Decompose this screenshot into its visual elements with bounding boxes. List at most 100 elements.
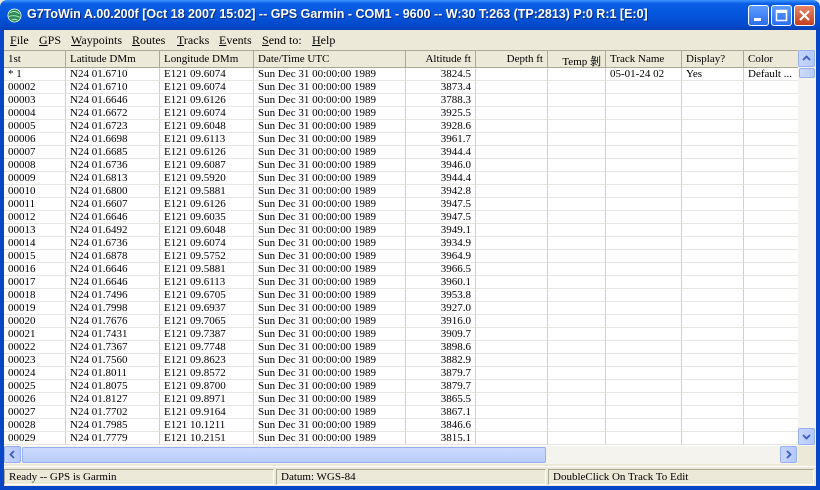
table-row[interactable]: 00012 N24 01.6646 E121 09.6035 Sun Dec 31 0… xyxy=(4,211,798,224)
cell-longitude: E121 09.6126 xyxy=(160,146,254,159)
scroll-down-button[interactable] xyxy=(798,428,815,445)
menu-send-to[interactable]: Send to: xyxy=(262,33,302,48)
table-row[interactable]: 00006 N24 01.6698 E121 09.6113 Sun Dec 31 0… xyxy=(4,133,798,146)
menu-help[interactable]: Help xyxy=(312,33,335,48)
menu-file[interactable]: File xyxy=(10,33,29,48)
cell-color xyxy=(744,146,798,159)
cell-datetime: Sun Dec 31 00:00:00 1989 xyxy=(254,211,406,224)
cell-track-name xyxy=(606,250,682,263)
cell-first: 00015 xyxy=(4,250,66,263)
cell-datetime: Sun Dec 31 00:00:00 1989 xyxy=(254,432,406,445)
table-row[interactable]: 00004 N24 01.6672 E121 09.6074 Sun Dec 31 0… xyxy=(4,107,798,120)
cell-latitude: N24 01.7676 xyxy=(66,315,160,328)
cell-display xyxy=(682,120,744,133)
table-row[interactable]: 00021 N24 01.7431 E121 09.7387 Sun Dec 31 0… xyxy=(4,328,798,341)
cell-temp xyxy=(548,146,606,159)
cell-datetime: Sun Dec 31 00:00:00 1989 xyxy=(254,354,406,367)
table-row[interactable]: 00022 N24 01.7367 E121 09.7748 Sun Dec 31 0… xyxy=(4,341,798,354)
table-row[interactable]: 00026 N24 01.8127 E121 09.8971 Sun Dec 31 0… xyxy=(4,393,798,406)
table-row[interactable]: 00011 N24 01.6607 E121 09.6126 Sun Dec 31 0… xyxy=(4,198,798,211)
menu-events[interactable]: Events xyxy=(219,33,252,48)
table-row[interactable]: 00016 N24 01.6646 E121 09.5881 Sun Dec 31 0… xyxy=(4,263,798,276)
table-row[interactable]: 00014 N24 01.6736 E121 09.6074 Sun Dec 31 0… xyxy=(4,237,798,250)
cell-color xyxy=(744,432,798,445)
cell-color xyxy=(744,354,798,367)
table-row[interactable]: 00023 N24 01.7560 E121 09.8623 Sun Dec 31 0… xyxy=(4,354,798,367)
header-col-depth[interactable]: Depth ft xyxy=(476,51,548,68)
cell-longitude: E121 09.6074 xyxy=(160,68,254,81)
header-col-track-name[interactable]: Track Name xyxy=(606,51,682,68)
cell-track-name xyxy=(606,328,682,341)
horizontal-scrollbar[interactable] xyxy=(4,446,798,464)
menu-tracks[interactable]: Tracks xyxy=(177,33,209,48)
cell-latitude: N24 01.8011 xyxy=(66,367,160,380)
window-frame-bottom xyxy=(0,486,820,490)
cell-altitude: 3909.7 xyxy=(406,328,476,341)
header-col-altitude[interactable]: Altitude ft xyxy=(406,51,476,68)
cell-first: 00025 xyxy=(4,380,66,393)
table-row[interactable]: 00009 N24 01.6813 E121 09.5920 Sun Dec 31 0… xyxy=(4,172,798,185)
cell-longitude: E121 09.7065 xyxy=(160,315,254,328)
cell-temp xyxy=(548,198,606,211)
table-row[interactable]: 00007 N24 01.6685 E121 09.6126 Sun Dec 31 0… xyxy=(4,146,798,159)
table-row[interactable]: 00002 N24 01.6710 E121 09.6074 Sun Dec 31 0… xyxy=(4,81,798,94)
table-row[interactable]: 00008 N24 01.6736 E121 09.6087 Sun Dec 31 0… xyxy=(4,159,798,172)
table-row[interactable]: * 1 N24 01.6710 E121 09.6074 Sun Dec 31 00:… xyxy=(4,68,798,81)
minimize-button[interactable] xyxy=(748,5,769,26)
table-row[interactable]: 00019 N24 01.7998 E121 09.6937 Sun Dec 31 0… xyxy=(4,302,798,315)
table-row[interactable]: 00003 N24 01.6646 E121 09.6126 Sun Dec 31 0… xyxy=(4,94,798,107)
table-row[interactable]: 00013 N24 01.6492 E121 09.6048 Sun Dec 31 0… xyxy=(4,224,798,237)
scroll-left-button[interactable] xyxy=(4,446,21,463)
table-row[interactable]: 00027 N24 01.7702 E121 09.9164 Sun Dec 31 0… xyxy=(4,406,798,419)
cell-datetime: Sun Dec 31 00:00:00 1989 xyxy=(254,250,406,263)
table-row[interactable]: 00028 N24 01.7985 E121 10.1211 Sun Dec 31 0… xyxy=(4,419,798,432)
table-row[interactable]: 00010 N24 01.6800 E121 09.5881 Sun Dec 31 0… xyxy=(4,185,798,198)
maximize-button[interactable] xyxy=(771,5,792,26)
cell-temp xyxy=(548,107,606,120)
header-col-display[interactable]: Display? xyxy=(682,51,744,68)
table-row[interactable]: 00015 N24 01.6878 E121 09.5752 Sun Dec 31 0… xyxy=(4,250,798,263)
cell-latitude: N24 01.7560 xyxy=(66,354,160,367)
cell-depth xyxy=(476,172,548,185)
menu-routes[interactable]: Routes xyxy=(132,33,165,48)
close-button[interactable] xyxy=(794,5,815,26)
header-col-latitude[interactable]: Latitude DMm xyxy=(66,51,160,68)
cell-first: 00027 xyxy=(4,406,66,419)
cell-latitude: N24 01.6813 xyxy=(66,172,160,185)
header-col-datetime[interactable]: Date/Time UTC xyxy=(254,51,406,68)
vertical-scroll-thumb[interactable] xyxy=(799,68,815,78)
cell-first: 00022 xyxy=(4,341,66,354)
table-row[interactable]: 00025 N24 01.8075 E121 09.8700 Sun Dec 31 0… xyxy=(4,380,798,393)
cell-first: 00003 xyxy=(4,94,66,107)
cell-longitude: E121 09.9164 xyxy=(160,406,254,419)
header-col-first[interactable]: 1st xyxy=(4,51,66,68)
vertical-scrollbar[interactable] xyxy=(798,50,816,446)
table-row[interactable]: 00017 N24 01.6646 E121 09.6113 Sun Dec 31 0… xyxy=(4,276,798,289)
cell-latitude: N24 01.6607 xyxy=(66,198,160,211)
table-row[interactable]: 00018 N24 01.7496 E121 09.6705 Sun Dec 31 0… xyxy=(4,289,798,302)
cell-first: 00023 xyxy=(4,354,66,367)
cell-track-name xyxy=(606,341,682,354)
table-row[interactable]: 00024 N24 01.8011 E121 09.8572 Sun Dec 31 0… xyxy=(4,367,798,380)
track-point-grid[interactable]: 1st Latitude DMm Longitude DMm Date/Time UT… xyxy=(4,50,798,446)
cell-altitude: 3947.5 xyxy=(406,198,476,211)
title-bar[interactable]: G7ToWin A.00.200f [Oct 18 2007 15:02] --… xyxy=(0,0,820,30)
cell-first: 00014 xyxy=(4,237,66,250)
header-col-color[interactable]: Color xyxy=(744,51,798,68)
cell-longitude: E121 09.6035 xyxy=(160,211,254,224)
table-row[interactable]: 00020 N24 01.7676 E121 09.7065 Sun Dec 31 0… xyxy=(4,315,798,328)
header-col-temp[interactable]: Temp 剝 xyxy=(548,51,606,68)
menu-waypoints[interactable]: Waypoints xyxy=(71,33,122,48)
cell-depth xyxy=(476,211,548,224)
cell-track-name xyxy=(606,237,682,250)
cell-depth xyxy=(476,328,548,341)
header-col-longitude[interactable]: Longitude DMm xyxy=(160,51,254,68)
table-row[interactable]: 00029 N24 01.7779 E121 10.2151 Sun Dec 31 0… xyxy=(4,432,798,445)
cell-temp xyxy=(548,224,606,237)
table-row[interactable]: 00005 N24 01.6723 E121 09.6048 Sun Dec 31 0… xyxy=(4,120,798,133)
scroll-right-button[interactable] xyxy=(780,446,797,463)
scroll-up-button[interactable] xyxy=(798,50,815,67)
menu-gps[interactable]: GPS xyxy=(39,33,61,48)
horizontal-scroll-thumb[interactable] xyxy=(22,447,546,463)
cell-depth xyxy=(476,185,548,198)
